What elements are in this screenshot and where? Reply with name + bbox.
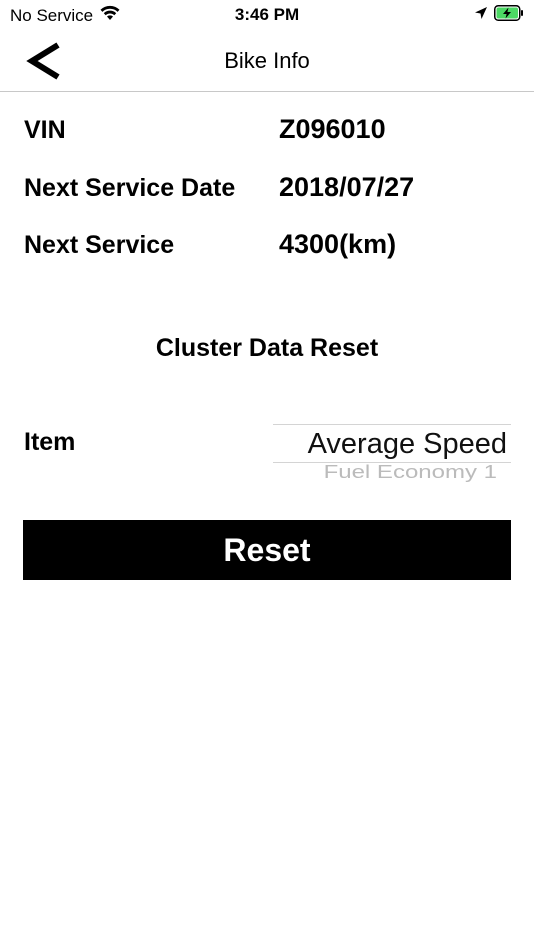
page-title: Bike Info	[224, 48, 310, 73]
reset-button[interactable]: Reset	[23, 520, 511, 580]
status-time: 3:46 PM	[234, 5, 300, 24]
location-arrow-icon	[474, 6, 488, 25]
navigation-bar: Bike Info	[0, 32, 534, 92]
picker-option-selected[interactable]: Average Speed	[308, 428, 507, 461]
info-label: Next Service	[24, 231, 175, 259]
status-right	[474, 5, 524, 26]
picker-top-line	[273, 424, 511, 425]
picker-option-next[interactable]: Fuel Economy 1	[324, 462, 497, 483]
info-value: Z096010	[279, 114, 386, 144]
info-label: VIN	[24, 116, 66, 144]
section-title: Cluster Data Reset	[155, 334, 379, 362]
info-row-next-service-date: Next Service Date 2018/07/27	[24, 168, 514, 208]
info-value: 2018/07/27	[279, 172, 415, 202]
info-value: 4300(km)	[279, 229, 397, 259]
item-label: Item	[24, 428, 76, 456]
status-bar: No Service 3:46 PM	[0, 0, 534, 32]
item-picker[interactable]: Average Speed Fuel Economy 1	[273, 424, 511, 484]
info-row-next-service: Next Service 4300(km)	[24, 225, 514, 265]
battery-charging-icon	[494, 5, 524, 26]
info-label: Next Service Date	[24, 174, 236, 202]
info-row-vin: VIN Z096010	[24, 110, 514, 150]
